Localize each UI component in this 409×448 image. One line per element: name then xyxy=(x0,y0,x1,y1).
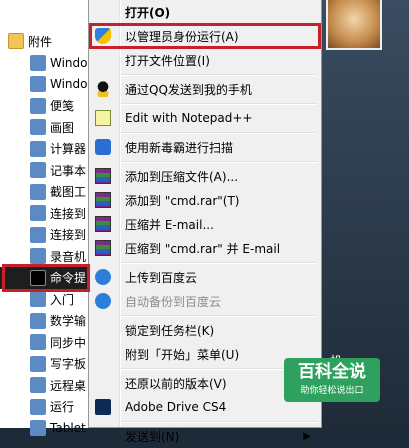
menu-item-label: 打开(O) xyxy=(125,5,171,20)
baidu-cloud-icon xyxy=(95,269,111,285)
snipping-tool-icon xyxy=(30,183,46,200)
antivirus-scan-icon xyxy=(95,139,111,155)
menu-item-label: 锁定到任务栏(K) xyxy=(125,323,215,338)
start-list-item-label: Windo xyxy=(50,77,88,91)
start-list-item-label: 命令提 xyxy=(50,271,87,285)
start-list-item-label: 入门 xyxy=(50,292,75,307)
run-icon xyxy=(30,398,46,415)
menu-separator xyxy=(121,262,317,264)
microphone-icon xyxy=(30,248,46,264)
qq-icon xyxy=(95,81,111,97)
user-avatar[interactable] xyxy=(326,0,382,50)
menu-item-label: 使用新毒霸进行扫描 xyxy=(125,140,234,155)
remote-desktop-icon xyxy=(30,377,46,393)
start-list-item-label: 记事本 xyxy=(50,163,87,178)
menu-item-label: 打开文件位置(I) xyxy=(125,53,210,68)
window-icon xyxy=(30,76,46,92)
menu-item[interactable]: Edit with Notepad++ xyxy=(91,106,319,130)
start-list-item-label: 连接到 xyxy=(50,206,87,221)
paint-icon xyxy=(30,119,46,135)
menu-item-label: 上传到百度云 xyxy=(125,270,198,285)
start-list-item-label: 连接到 xyxy=(50,228,87,242)
menu-item-label: 自动备份到百度云 xyxy=(125,294,222,309)
start-list-item-label: 附件 xyxy=(28,34,53,49)
start-list-item-label: 数学输 xyxy=(50,314,87,328)
menu-item[interactable]: 通过QQ发送到我的手机 xyxy=(91,77,319,101)
rar-icon xyxy=(95,216,111,232)
menu-separator xyxy=(121,421,317,423)
start-list-item-label: 截图工 xyxy=(50,185,87,199)
submenu-arrow-icon: ▶ xyxy=(303,430,311,442)
menu-item[interactable]: 打开文件位置(I) xyxy=(91,48,319,72)
start-list-item-label: Tablet xyxy=(50,421,86,435)
rar-icon xyxy=(95,192,111,208)
menu-separator xyxy=(121,315,317,317)
menu-item-label: Adobe Drive CS4 xyxy=(125,400,227,414)
menu-separator xyxy=(121,161,317,163)
menu-separator xyxy=(121,74,317,76)
menu-item-label: 添加到压缩文件(A)... xyxy=(125,169,239,184)
shield-icon xyxy=(95,28,111,44)
menu-item: 自动备份到百度云 xyxy=(91,289,319,313)
start-list-item-label: 画图 xyxy=(50,120,75,135)
connect-icon xyxy=(30,205,46,221)
baidu-cloud-icon xyxy=(95,293,111,309)
menu-item-label: 以管理员身份运行(A) xyxy=(125,29,239,44)
menu-item[interactable]: 压缩到 "cmd.rar" 并 E-mail xyxy=(91,236,319,260)
menu-item-label: 添加到 "cmd.rar"(T) xyxy=(125,193,240,208)
tablet-icon xyxy=(30,420,46,436)
start-list-item-label: 录音机 xyxy=(50,249,87,264)
window-icon xyxy=(30,54,46,71)
start-list-item-label: 运行 xyxy=(50,400,75,414)
menu-item[interactable]: 上传到百度云 xyxy=(91,265,319,289)
menu-item[interactable]: 打开(O) xyxy=(91,0,319,24)
menu-item[interactable]: 以管理员身份运行(A) xyxy=(91,24,319,48)
start-list-item-label: 写字板 xyxy=(50,357,87,371)
getting-started-icon xyxy=(30,291,46,307)
watermark-subtitle: 助你轻松说出口 xyxy=(300,386,364,396)
math-input-icon xyxy=(30,312,46,329)
rar-icon xyxy=(95,168,111,184)
start-list-item-label: 同步中 xyxy=(50,335,87,350)
menu-item-label: 还原以前的版本(V) xyxy=(125,376,227,391)
menu-item-label: 发送到(N) xyxy=(125,429,180,444)
folder-icon xyxy=(8,33,24,49)
menu-item[interactable]: 锁定到任务栏(K) xyxy=(91,318,319,342)
menu-item-label: Edit with Notepad++ xyxy=(125,111,253,125)
start-list-item-label: 便笺 xyxy=(50,99,75,113)
notepad-plus-icon xyxy=(95,110,111,126)
wordpad-icon xyxy=(30,355,46,372)
menu-item[interactable]: 添加到压缩文件(A)... xyxy=(91,164,319,188)
cmd-icon xyxy=(30,269,46,286)
adobe-drive-icon xyxy=(95,399,111,415)
menu-item[interactable]: 添加到 "cmd.rar"(T) xyxy=(91,188,319,212)
start-list-item-label: 远程桌 xyxy=(50,378,87,393)
watermark-logo: 百科全说 助你轻松说出口 xyxy=(284,358,380,402)
rar-icon xyxy=(95,240,111,256)
start-list-item-label: Windo xyxy=(50,55,88,70)
connect-icon xyxy=(30,226,46,243)
menu-item[interactable]: 使用新毒霸进行扫描 xyxy=(91,135,319,159)
calculator-icon xyxy=(30,140,46,157)
menu-item-label: 通过QQ发送到我的手机 xyxy=(125,82,252,97)
menu-item-label: 附到「开始」菜单(U) xyxy=(125,347,240,362)
menu-item-label: 压缩到 "cmd.rar" 并 E-mail xyxy=(125,241,281,256)
notepad-icon xyxy=(30,162,46,178)
sticky-note-icon xyxy=(30,97,46,114)
menu-item-label: 压缩并 E-mail... xyxy=(125,217,214,232)
menu-separator xyxy=(121,103,317,105)
menu-item[interactable]: 压缩并 E-mail... xyxy=(91,212,319,236)
watermark-title: 百科全说 xyxy=(298,362,366,382)
sync-center-icon xyxy=(30,334,46,350)
start-list-item-label: 计算器 xyxy=(50,142,87,156)
menu-separator xyxy=(121,132,317,134)
